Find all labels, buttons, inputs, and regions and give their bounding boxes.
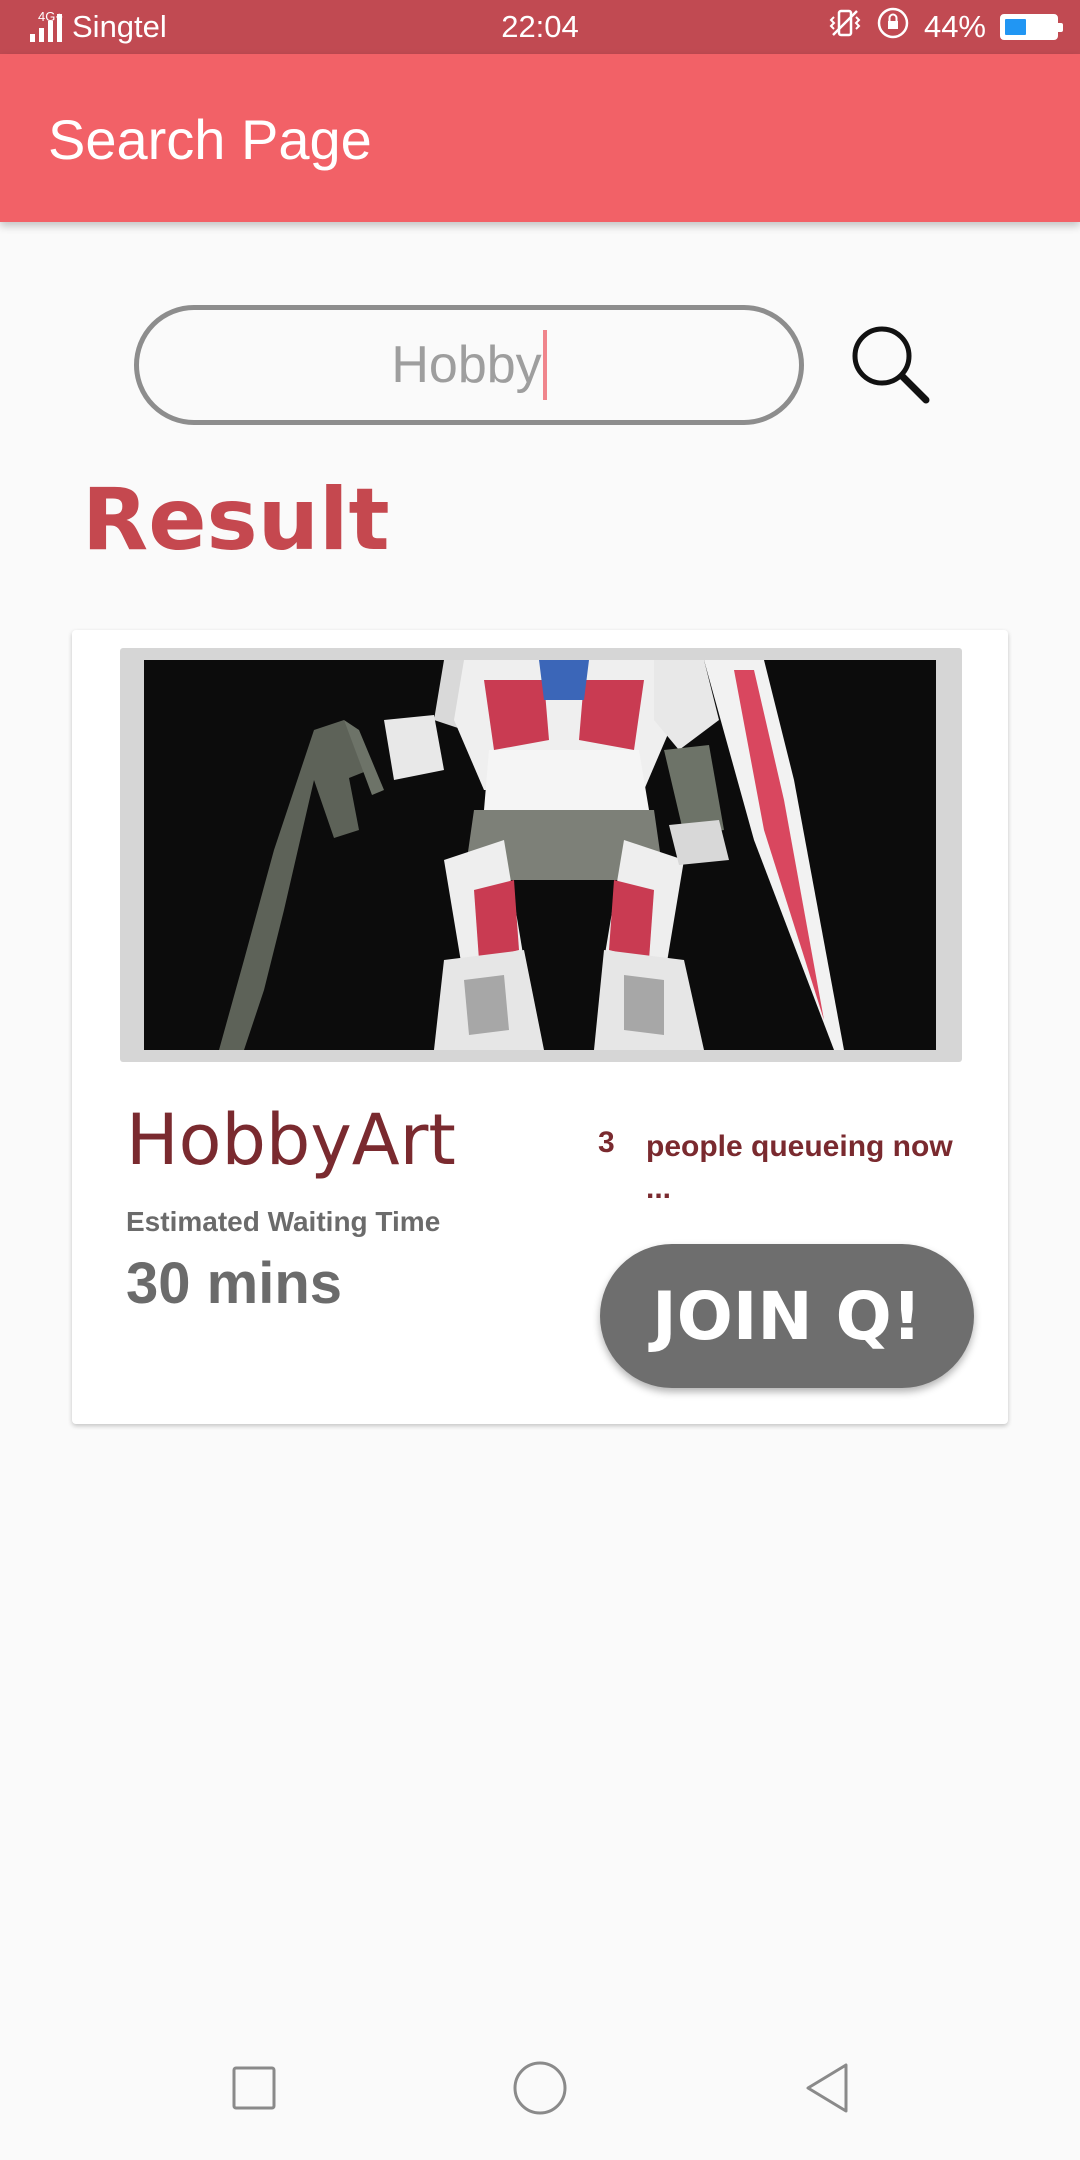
screen: 4G+ Singtel 22:04 44% Search Page Hobby … — [0, 0, 1080, 2160]
battery-icon — [1000, 14, 1063, 40]
shop-image — [144, 660, 936, 1050]
robot-figure-image — [144, 660, 936, 1050]
shop-image-frame — [120, 648, 962, 1062]
recent-apps-icon — [232, 2066, 276, 2110]
vibrate-icon — [828, 8, 862, 46]
shop-name: HobbyArt — [126, 1099, 456, 1181]
home-icon — [513, 2061, 567, 2115]
status-right: 44% — [828, 0, 1063, 54]
search-icon — [852, 326, 930, 404]
battery-level — [1005, 19, 1026, 35]
join-queue-button[interactable]: JOIN Q! — [600, 1244, 974, 1388]
waiting-time-label: Estimated Waiting Time — [126, 1206, 441, 1237]
back-icon — [806, 2063, 848, 2113]
app-bar: Search Page — [0, 54, 1080, 222]
result-card[interactable]: HobbyArt Estimated Waiting Time 30 mins … — [72, 630, 1008, 1424]
status-bar: 4G+ Singtel 22:04 44% — [0, 0, 1080, 54]
navigation-bar — [0, 2016, 1080, 2160]
search-input[interactable]: Hobby — [134, 305, 804, 425]
queue-count: 3 — [598, 1126, 615, 1159]
recent-apps-button[interactable] — [218, 2052, 290, 2124]
rotation-lock-icon — [876, 6, 910, 48]
waiting-time-value: 30 mins — [126, 1251, 342, 1316]
battery-percent: 44% — [923, 9, 986, 44]
search-button[interactable] — [846, 320, 936, 410]
search-input-value: Hobby — [391, 336, 542, 394]
back-button[interactable] — [792, 2052, 864, 2124]
page-title: Search Page — [48, 108, 372, 171]
text-caret — [542, 330, 547, 400]
queue-text: people queueing now ... — [646, 1130, 953, 1205]
home-button[interactable] — [504, 2052, 576, 2124]
result-heading: Result — [82, 470, 390, 570]
